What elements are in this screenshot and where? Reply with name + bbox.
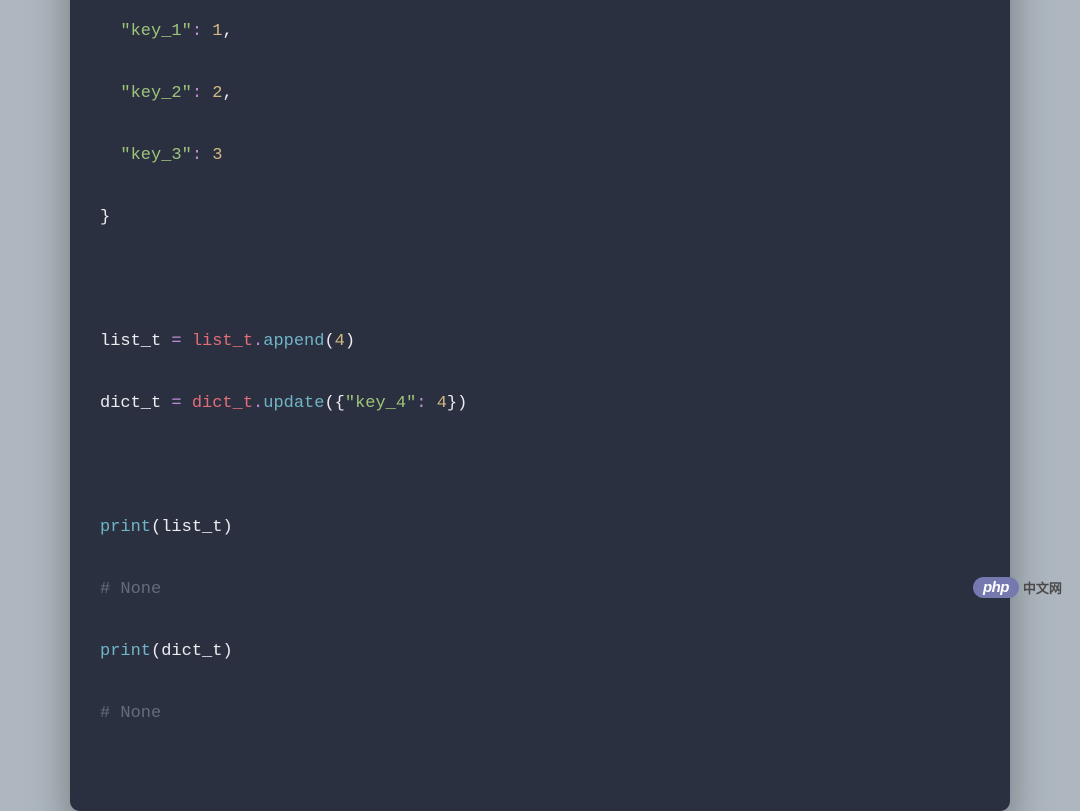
paren: ) <box>345 332 355 351</box>
blank-line <box>100 450 980 481</box>
variable-name: dict_t <box>100 394 161 413</box>
paren: ) <box>222 642 232 661</box>
code-line: "key_1": 1, <box>100 16 980 47</box>
function-name: append <box>263 332 324 351</box>
code-content: list_t = [1, 2, 3] dict_t = { "key_1": 1… <box>70 0 1010 791</box>
code-line: "key_2": 2, <box>100 78 980 109</box>
variable-name: dict_t <box>192 394 253 413</box>
string: "key_2" <box>120 84 191 103</box>
paren: ( <box>151 518 161 537</box>
paren: ) <box>457 394 467 413</box>
function-name: update <box>263 394 324 413</box>
operator: = <box>171 394 181 413</box>
colon: : <box>192 22 202 41</box>
code-line: # None <box>100 698 980 729</box>
php-badge: php <box>973 577 1019 598</box>
watermark: php 中文网 <box>973 577 1062 598</box>
paren: ( <box>324 332 334 351</box>
brace: { <box>335 394 345 413</box>
comma: , <box>222 22 232 41</box>
watermark-text: 中文网 <box>1023 578 1062 597</box>
paren: ( <box>151 642 161 661</box>
number: 2 <box>212 84 222 103</box>
string: "key_3" <box>120 146 191 165</box>
builtin-function: print <box>100 518 151 537</box>
brace: } <box>447 394 457 413</box>
variable-name: list_t <box>161 518 222 537</box>
colon: : <box>416 394 426 413</box>
variable-name: dict_t <box>161 642 222 661</box>
dot: . <box>253 332 263 351</box>
colon: : <box>192 84 202 103</box>
variable-name: list_t <box>192 332 253 351</box>
code-line: "key_3": 3 <box>100 140 980 171</box>
dot: . <box>253 394 263 413</box>
number: 4 <box>335 332 345 351</box>
brace: } <box>100 208 110 227</box>
string: "key_4" <box>345 394 416 413</box>
comma: , <box>222 84 232 103</box>
builtin-function: print <box>100 642 151 661</box>
number: 4 <box>437 394 447 413</box>
code-line: list_t = list_t.append(4) <box>100 326 980 357</box>
operator: = <box>171 332 181 351</box>
code-editor-window: list_t = [1, 2, 3] dict_t = { "key_1": 1… <box>70 0 1010 811</box>
number: 3 <box>212 146 222 165</box>
variable-name: list_t <box>100 332 161 351</box>
colon: : <box>192 146 202 165</box>
paren: ( <box>324 394 334 413</box>
code-line: # None <box>100 574 980 605</box>
code-line: print(dict_t) <box>100 636 980 667</box>
comment: # None <box>100 704 161 723</box>
comment: # None <box>100 580 161 599</box>
string: "key_1" <box>120 22 191 41</box>
number: 1 <box>212 22 222 41</box>
paren: ) <box>222 518 232 537</box>
blank-line <box>100 264 980 295</box>
code-line: print(list_t) <box>100 512 980 543</box>
code-line: dict_t = dict_t.update({"key_4": 4}) <box>100 388 980 419</box>
code-line: } <box>100 202 980 233</box>
